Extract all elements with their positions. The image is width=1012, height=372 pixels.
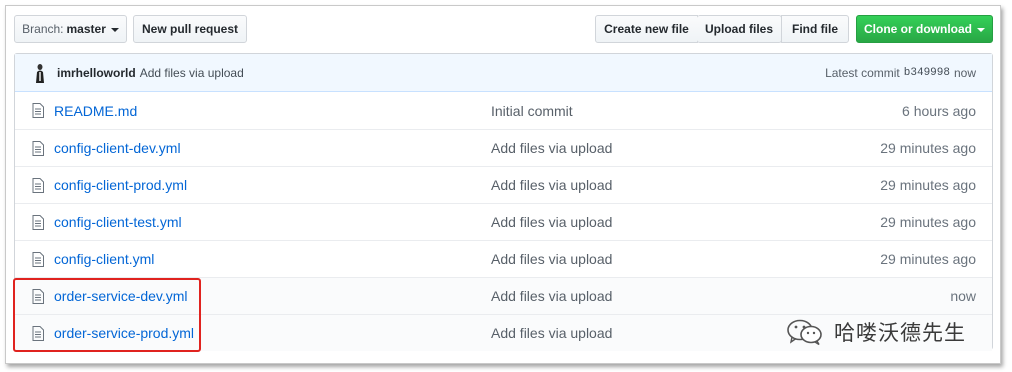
upload-files-button[interactable]: Upload files xyxy=(697,15,782,43)
file-name-link[interactable]: config-client-prod.yml xyxy=(54,177,187,193)
file-row: config-client-dev.yml Add files via uplo… xyxy=(15,129,992,166)
file-name-link[interactable]: config-client.yml xyxy=(54,251,154,267)
find-file-button[interactable]: Find file xyxy=(781,15,849,43)
file-text-icon xyxy=(32,215,44,230)
commit-author-link[interactable]: imrhelloworld xyxy=(57,66,136,80)
watermark: 哈喽沃德先生 xyxy=(786,317,966,347)
file-commit-message[interactable]: Add files via upload xyxy=(491,177,612,193)
file-commit-message[interactable]: Add files via upload xyxy=(491,288,612,304)
file-name-link[interactable]: README.md xyxy=(54,103,137,119)
file-age: 29 minutes ago xyxy=(880,140,976,156)
file-row: config-client-prod.yml Add files via upl… xyxy=(15,166,992,203)
file-text-icon xyxy=(32,178,44,193)
file-commit-message[interactable]: Initial commit xyxy=(491,103,573,119)
new-pull-request-button[interactable]: New pull request xyxy=(133,15,247,43)
file-age: 6 hours ago xyxy=(902,102,976,119)
file-text-icon xyxy=(32,141,44,156)
file-age: now xyxy=(950,288,976,304)
file-commit-message[interactable]: Add files via upload xyxy=(491,140,612,156)
file-age: 29 minutes ago xyxy=(880,177,976,193)
repo-file-browser: Branch: master New pull request Create n… xyxy=(5,5,1001,364)
file-name-link[interactable]: config-client-dev.yml xyxy=(54,140,181,156)
file-text-icon xyxy=(32,103,44,118)
caret-down-icon xyxy=(977,27,985,32)
watermark-text: 哈喽沃德先生 xyxy=(834,321,966,345)
file-row: README.md Initial commit 6 hours ago xyxy=(15,92,992,129)
file-age: 29 minutes ago xyxy=(880,214,976,230)
file-commit-message[interactable]: Add files via upload xyxy=(491,325,612,341)
repo-toolbar: Branch: master New pull request Create n… xyxy=(6,6,1000,54)
latest-commit-label: Latest commit xyxy=(825,65,900,80)
branch-select-button[interactable]: Branch: master xyxy=(14,15,127,43)
file-name-link[interactable]: config-client-test.yml xyxy=(54,214,182,230)
file-commit-message[interactable]: Add files via upload xyxy=(491,214,612,230)
file-row: config-client-test.yml Add files via upl… xyxy=(15,203,992,240)
clone-label: Clone or download xyxy=(864,22,972,36)
clone-or-download-button[interactable]: Clone or download xyxy=(856,15,993,43)
caret-down-icon xyxy=(110,27,119,32)
user-avatar[interactable] xyxy=(31,63,49,83)
branch-name: master xyxy=(66,22,106,36)
wechat-icon xyxy=(787,319,822,345)
commit-message[interactable]: Add files via upload xyxy=(140,66,244,80)
file-text-icon xyxy=(32,252,44,267)
branch-prefix: Branch: xyxy=(22,22,64,36)
highlight-box xyxy=(13,278,201,352)
commit-tease: imrhelloworld Add files via upload Lates… xyxy=(15,54,992,92)
create-new-file-button[interactable]: Create new file xyxy=(595,15,698,43)
latest-commit-info: Latest commit b349998 now xyxy=(825,66,976,80)
file-row: config-client.yml Add files via upload 2… xyxy=(15,240,992,277)
latest-commit-age: now xyxy=(953,65,976,80)
file-age: 29 minutes ago xyxy=(880,251,976,267)
commit-sha-link[interactable]: b349998 xyxy=(904,67,950,79)
file-commit-message[interactable]: Add files via upload xyxy=(491,251,612,267)
